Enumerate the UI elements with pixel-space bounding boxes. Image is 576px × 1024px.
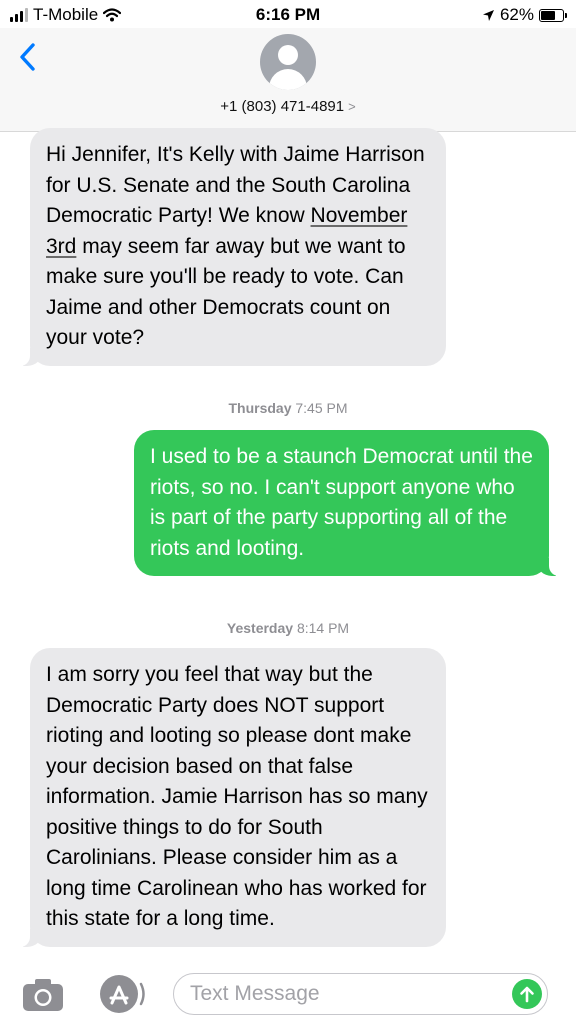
contact-phone-number: +1 (803) 471-4891 bbox=[220, 98, 345, 115]
battery-percent: 62% bbox=[499, 5, 534, 24]
send-button[interactable] bbox=[512, 979, 542, 1009]
app-store-icon[interactable] bbox=[97, 974, 145, 1014]
messages-screen: T-Mobile 6:16 PM 62% +1 (803) 471-4891 >… bbox=[0, 0, 576, 1024]
timestamp-day: Yesterday bbox=[226, 620, 294, 636]
incoming-message-bubble[interactable]: I am sorry you feel that way but the Dem… bbox=[20, 648, 446, 947]
status-bar: T-Mobile 6:16 PM 62% bbox=[0, 0, 576, 30]
message-input[interactable] bbox=[190, 980, 490, 1008]
chevron-left-icon bbox=[20, 43, 35, 71]
timestamp-time: 8:14 PM bbox=[296, 620, 350, 636]
location-arrow-icon bbox=[482, 9, 494, 21]
battery-icon bbox=[539, 8, 567, 22]
conversation-header: +1 (803) 471-4891 > bbox=[0, 28, 576, 132]
message-input-field[interactable] bbox=[173, 973, 548, 1015]
timestamp-day: Thursday bbox=[228, 400, 292, 416]
message-text: I am sorry you feel that way but the Dem… bbox=[46, 663, 428, 930]
timestamp: Yesterday 8:14 PM bbox=[0, 620, 576, 636]
status-right: 62% bbox=[482, 5, 567, 25]
contact-name-button[interactable]: +1 (803) 471-4891 > bbox=[0, 98, 576, 115]
camera-icon[interactable] bbox=[22, 978, 64, 1012]
message-text: I used to be a staunch Democrat until th… bbox=[150, 445, 533, 560]
contact-avatar[interactable] bbox=[260, 34, 316, 90]
message-text: may seem far away but we want to make su… bbox=[46, 234, 406, 350]
chevron-right-icon: > bbox=[348, 99, 356, 114]
person-silhouette-icon bbox=[278, 45, 298, 65]
incoming-message-bubble[interactable]: Hi Jennifer, It's Kelly with Jaime Harri… bbox=[20, 128, 446, 366]
timestamp-time: 7:45 PM bbox=[295, 400, 348, 416]
timestamp: Thursday 7:45 PM bbox=[0, 400, 576, 416]
outgoing-message-bubble[interactable]: I used to be a staunch Democrat until th… bbox=[134, 430, 559, 576]
compose-bar bbox=[0, 962, 576, 1024]
arrow-up-icon bbox=[520, 986, 534, 1003]
back-button[interactable] bbox=[10, 40, 44, 74]
